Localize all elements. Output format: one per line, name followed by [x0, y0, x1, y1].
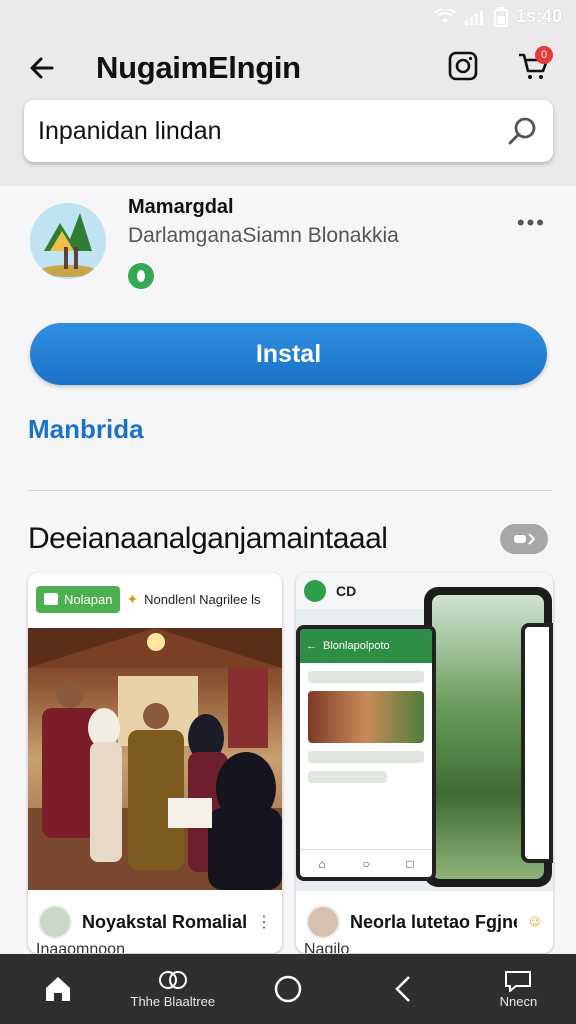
- signal-icon: [464, 10, 483, 25]
- card-header-text: Nondlenl Nagrilee ls: [144, 591, 261, 607]
- app-logo-icon: [304, 580, 326, 602]
- nav-chat[interactable]: Thhe Blaaltree: [115, 970, 230, 1009]
- card-footer: Neorla lutetao Fgjneea ☺ Nagilo: [296, 891, 553, 953]
- search-input[interactable]: Inpanidan lindan: [38, 117, 507, 146]
- app-bar: NugaimElngin 0 Inpanidan lindan: [0, 36, 576, 186]
- card-subtext: Nagilo: [304, 941, 350, 953]
- smile-icon: ☺: [526, 913, 543, 930]
- install-button[interactable]: Instal: [30, 323, 547, 385]
- battery-icon: [493, 6, 508, 27]
- card-footer: Noyakstal Romalial ⋮ Inaaomnoon: [28, 891, 282, 953]
- nav-label: Nnecn: [499, 993, 538, 1009]
- phone-photo: [308, 691, 424, 743]
- screenshot-card-2[interactable]: CD ← Blonlapolpoto ⌂ ○ □ Neorla lutetao …: [296, 573, 553, 953]
- cart-badge: 0: [535, 46, 553, 64]
- verified-icon: [128, 263, 154, 289]
- phone-square-icon: □: [406, 856, 414, 871]
- circle-icon: [274, 975, 302, 1003]
- phone-mockup: CD ← Blonlapolpoto ⌂ ○ □: [296, 573, 553, 893]
- phone-row: [308, 751, 424, 763]
- phone-row: [308, 671, 424, 683]
- phone-front: ← Blonlapolpoto ⌂ ○ □: [296, 625, 436, 881]
- search-icon[interactable]: [507, 115, 539, 147]
- card-more-icon[interactable]: ⋮: [256, 912, 272, 932]
- message-icon: [505, 970, 532, 992]
- bottom-navigation: Thhe Blaaltree Nnecn: [0, 954, 576, 1024]
- phone-back-icon: ←: [306, 640, 317, 652]
- nav-messages[interactable]: Nnecn: [461, 970, 576, 1009]
- phone-nav: ⌂ ○ □: [300, 849, 432, 877]
- tag-label: Nolapan: [64, 591, 113, 607]
- folder-icon: [44, 593, 58, 605]
- status-bar: 1s:40: [0, 0, 576, 36]
- status-icons: 1s:40: [434, 6, 562, 27]
- phone-edge: [521, 623, 553, 863]
- card-header: Nolapan ✦ Nondlenl Nagrilee ls: [28, 573, 282, 625]
- nav-home[interactable]: [0, 974, 115, 1004]
- more-options-icon[interactable]: •••: [517, 210, 546, 236]
- tag-badge: Nolapan: [36, 585, 121, 613]
- card-subtext: Inaaomnoon: [36, 941, 125, 953]
- wifi-icon: [434, 8, 456, 23]
- back-button[interactable]: [22, 48, 62, 88]
- more-info-link[interactable]: Manbrida: [28, 414, 144, 445]
- screenshot-card-1[interactable]: Nolapan ✦ Nondlenl Nagrilee ls Noyakstal…: [28, 573, 282, 953]
- avatar: [38, 905, 72, 939]
- page-title: NugaimElngin: [96, 50, 301, 85]
- section-arrow-button[interactable]: [500, 524, 548, 554]
- people-illustration: [28, 628, 282, 890]
- home-icon: [45, 977, 70, 1001]
- section-title: Deeianaanalganjamaintaaal: [28, 522, 388, 555]
- chat-icon: [158, 970, 187, 989]
- cart-button[interactable]: 0: [513, 46, 553, 86]
- search-bar[interactable]: Inpanidan lindan: [24, 100, 553, 162]
- arrow-right-icon: [514, 533, 536, 545]
- status-time: 1s:40: [515, 6, 562, 26]
- phone-search-icon: ○: [362, 856, 370, 871]
- nav-back[interactable]: [346, 974, 461, 1004]
- app-name: Mamargdal: [128, 196, 234, 218]
- nav-home-circle[interactable]: [230, 974, 345, 1004]
- divider: [28, 490, 552, 491]
- phone-home-icon: ⌂: [318, 856, 326, 871]
- avatar: [306, 905, 340, 939]
- app-icon: [30, 203, 106, 279]
- back-chevron-icon: [395, 976, 411, 1002]
- card-author-name: Neorla lutetao Fgjneea: [350, 911, 517, 932]
- app-developer[interactable]: DarlamganaSiamn Blonakkia: [128, 224, 399, 248]
- phone-app-header: ← Blonlapolpoto: [300, 629, 432, 663]
- pavilion-logo-icon: [30, 203, 106, 279]
- ceremony-photo: [28, 628, 282, 890]
- card-author-name: Noyakstal Romalial: [82, 911, 246, 932]
- phone-row: [308, 771, 388, 783]
- camera-square-icon: [448, 51, 478, 81]
- instagram-button[interactable]: [443, 46, 483, 86]
- phone-top-text: CD: [336, 583, 357, 599]
- back-arrow-icon: [30, 57, 54, 79]
- phone-app-title: Blonlapolpoto: [323, 640, 390, 652]
- sparkle-icon: ✦: [126, 590, 139, 607]
- nav-label: Thhe Blaaltree: [130, 993, 216, 1009]
